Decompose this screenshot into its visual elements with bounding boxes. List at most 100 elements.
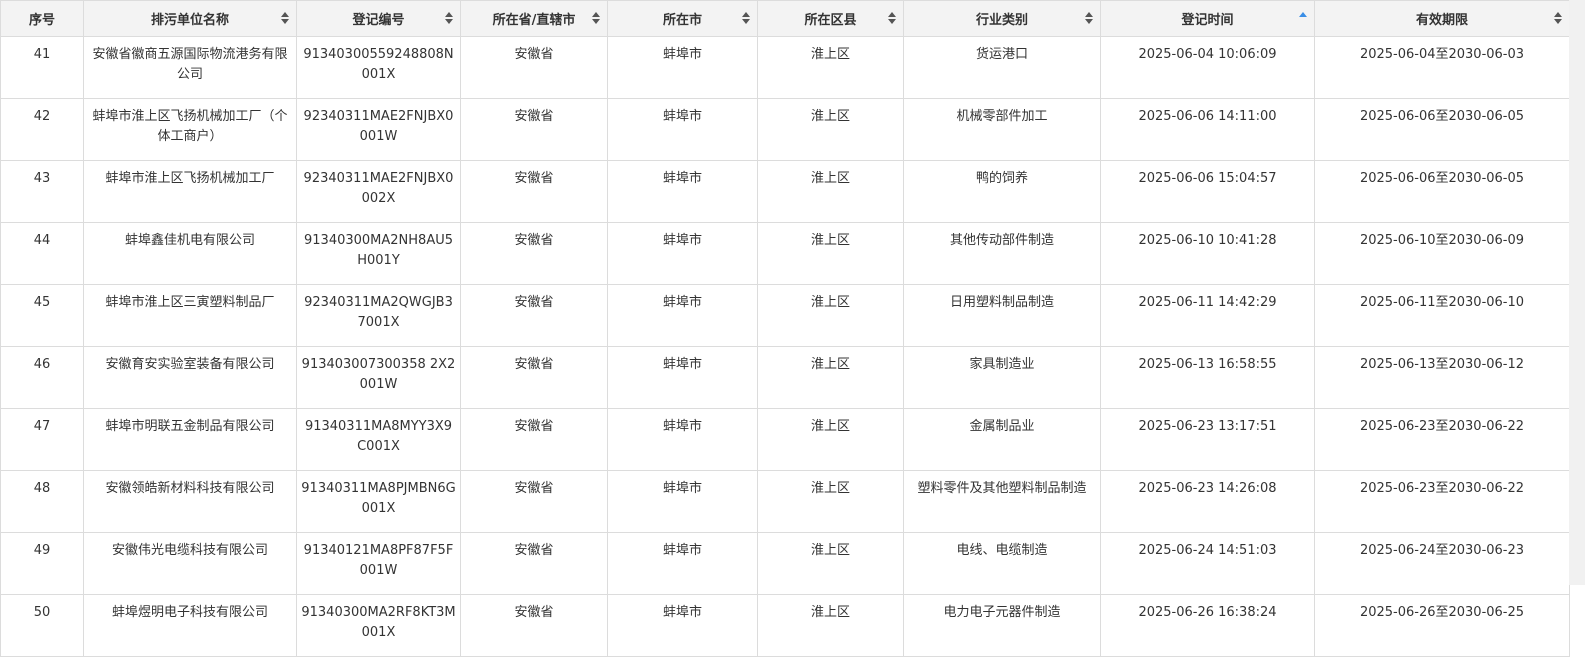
column-header-label: 行业类别: [975, 13, 1028, 28]
cell-registration-time: 2025-06-04 10:06:09: [1100, 36, 1315, 99]
column-header-industry[interactable]: 行业类别: [903, 0, 1101, 37]
cell-registration-no: 92340311MAE2FNJBX0002X: [296, 160, 461, 223]
column-header-registration-time[interactable]: 登记时间: [1100, 0, 1315, 37]
column-header-label: 所在省/直辖市: [492, 13, 576, 28]
cell-seq-no: 47: [0, 408, 84, 471]
table-row[interactable]: 44 蚌埠鑫佳机电有限公司 91340300MA2NH8AU5H001Y 安徽省 蚌埠市…: [0, 222, 1570, 285]
cell-district: 淮上区: [757, 470, 904, 533]
cell-registration-time: 2025-06-23 14:26:08: [1100, 470, 1315, 533]
sort-caret-icon[interactable]: [1299, 12, 1307, 25]
cell-unit-name: 蚌埠煜明电子科技有限公司: [83, 594, 297, 657]
column-header-city[interactable]: 所在市: [607, 0, 758, 37]
permit-registration-table: 序号 排污单位名称 登记编号 所在省/直辖市 所在市 所在区县 行业类别 登记时间 有效期限 4…: [0, 0, 1570, 657]
column-header-label: 排污单位名称: [150, 13, 229, 28]
sort-caret-icon[interactable]: [888, 12, 896, 25]
cell-validity-period: 2025-06-13至2030-06-12: [1314, 346, 1570, 409]
cell-unit-name: 蚌埠市明联五金制品有限公司: [83, 408, 297, 471]
cell-industry: 机械零部件加工: [903, 98, 1101, 161]
cell-validity-period: 2025-06-06至2030-06-05: [1314, 160, 1570, 223]
cell-validity-period: 2025-06-23至2030-06-22: [1314, 470, 1570, 533]
cell-industry: 鸭的饲养: [903, 160, 1101, 223]
column-header-label: 序号: [28, 13, 55, 28]
cell-city: 蚌埠市: [607, 470, 758, 533]
cell-district: 淮上区: [757, 284, 904, 347]
cell-industry: 电线、电缆制造: [903, 532, 1101, 595]
cell-city: 蚌埠市: [607, 160, 758, 223]
cell-registration-no: 91340300MA2NH8AU5H001Y: [296, 222, 461, 285]
cell-validity-period: 2025-06-26至2030-06-25: [1314, 594, 1570, 657]
column-header-unit-name[interactable]: 排污单位名称: [83, 0, 297, 37]
sort-caret-icon[interactable]: [1085, 12, 1093, 25]
table-row[interactable]: 48 安徽领皓新材料科技有限公司 91340311MA8PJMBN6G001X 安徽省…: [0, 470, 1570, 533]
sort-caret-icon[interactable]: [445, 12, 453, 25]
cell-unit-name: 安徽领皓新材料科技有限公司: [83, 470, 297, 533]
cell-registration-no: 92340311MAE2FNJBX0001W: [296, 98, 461, 161]
cell-province: 安徽省: [460, 408, 608, 471]
column-header-label: 登记时间: [1181, 13, 1234, 28]
cell-industry: 金属制品业: [903, 408, 1101, 471]
cell-seq-no: 46: [0, 346, 84, 409]
cell-registration-no: 91340311MA8PJMBN6G001X: [296, 470, 461, 533]
table-row[interactable]: 49 安徽伟光电缆科技有限公司 91340121MA8PF87F5F001W 安徽省蚌…: [0, 532, 1570, 595]
table-row[interactable]: 42 蚌埠市淮上区飞扬机械加工厂（个体工商户） 92340311MAE2FNJBX0…: [0, 98, 1570, 161]
column-header-district[interactable]: 所在区县: [757, 0, 904, 37]
sort-caret-icon[interactable]: [742, 12, 750, 25]
table-row[interactable]: 47 蚌埠市明联五金制品有限公司 91340311MA8MYY3X9C001X 安徽省…: [0, 408, 1570, 471]
cell-province: 安徽省: [460, 98, 608, 161]
cell-province: 安徽省: [460, 284, 608, 347]
cell-province: 安徽省: [460, 470, 608, 533]
column-header-label: 登记编号: [352, 13, 405, 28]
vertical-scrollbar[interactable]: [1569, 0, 1585, 585]
cell-industry: 塑料零件及其他塑料制品制造: [903, 470, 1101, 533]
column-header-registration-no[interactable]: 登记编号: [296, 0, 461, 37]
cell-district: 淮上区: [757, 98, 904, 161]
cell-registration-no: 91340300559248808N001X: [296, 36, 461, 99]
cell-province: 安徽省: [460, 222, 608, 285]
table-row[interactable]: 50 蚌埠煜明电子科技有限公司 91340300MA2RF8KT3M001X 安徽省蚌…: [0, 594, 1570, 657]
cell-registration-time: 2025-06-06 14:11:00: [1100, 98, 1315, 161]
cell-registration-no: 91340311MA8MYY3X9C001X: [296, 408, 461, 471]
cell-industry: 货运港口: [903, 36, 1101, 99]
cell-city: 蚌埠市: [607, 36, 758, 99]
cell-validity-period: 2025-06-11至2030-06-10: [1314, 284, 1570, 347]
column-header-label: 所在市: [662, 13, 702, 28]
cell-validity-period: 2025-06-23至2030-06-22: [1314, 408, 1570, 471]
cell-unit-name: 安徽省徽商五源国际物流港务有限公司: [83, 36, 297, 99]
cell-unit-name: 蚌埠市淮上区飞扬机械加工厂: [83, 160, 297, 223]
cell-registration-time: 2025-06-24 14:51:03: [1100, 532, 1315, 595]
cell-industry: 电力电子元器件制造: [903, 594, 1101, 657]
cell-validity-period: 2025-06-24至2030-06-23: [1314, 532, 1570, 595]
cell-validity-period: 2025-06-10至2030-06-09: [1314, 222, 1570, 285]
cell-city: 蚌埠市: [607, 222, 758, 285]
sort-caret-icon[interactable]: [1554, 12, 1562, 25]
cell-registration-no: 91340300MA2RF8KT3M001X: [296, 594, 461, 657]
table-row[interactable]: 46 安徽育安实验室装备有限公司 913403007300358 2X2001W 安徽…: [0, 346, 1570, 409]
cell-unit-name: 蚌埠市淮上区三寅塑料制品厂: [83, 284, 297, 347]
cell-seq-no: 50: [0, 594, 84, 657]
cell-unit-name: 蚌埠鑫佳机电有限公司: [83, 222, 297, 285]
column-header-validity-period[interactable]: 有效期限: [1314, 0, 1570, 37]
sort-caret-icon[interactable]: [592, 12, 600, 25]
cell-city: 蚌埠市: [607, 284, 758, 347]
cell-industry: 日用塑料制品制造: [903, 284, 1101, 347]
cell-registration-time: 2025-06-23 13:17:51: [1100, 408, 1315, 471]
cell-validity-period: 2025-06-06至2030-06-05: [1314, 98, 1570, 161]
cell-seq-no: 45: [0, 284, 84, 347]
column-header-province[interactable]: 所在省/直辖市: [460, 0, 608, 37]
table-row[interactable]: 43 蚌埠市淮上区飞扬机械加工厂 92340311MAE2FNJBX0002X 安徽省…: [0, 160, 1570, 223]
cell-seq-no: 44: [0, 222, 84, 285]
cell-registration-no: 91340121MA8PF87F5F001W: [296, 532, 461, 595]
cell-industry: 其他传动部件制造: [903, 222, 1101, 285]
cell-province: 安徽省: [460, 36, 608, 99]
table-row[interactable]: 45 蚌埠市淮上区三寅塑料制品厂 92340311MA2QWGJB37001X 安徽省…: [0, 284, 1570, 347]
cell-industry: 家具制造业: [903, 346, 1101, 409]
cell-district: 淮上区: [757, 408, 904, 471]
cell-province: 安徽省: [460, 532, 608, 595]
cell-registration-time: 2025-06-26 16:38:24: [1100, 594, 1315, 657]
sort-caret-icon[interactable]: [281, 12, 289, 25]
cell-seq-no: 43: [0, 160, 84, 223]
cell-city: 蚌埠市: [607, 98, 758, 161]
table-header: 序号 排污单位名称 登记编号 所在省/直辖市 所在市 所在区县 行业类别 登记时间 有效期限: [0, 0, 1570, 37]
cell-province: 安徽省: [460, 160, 608, 223]
table-row[interactable]: 41 安徽省徽商五源国际物流港务有限公司 91340300559248808N001…: [0, 36, 1570, 99]
